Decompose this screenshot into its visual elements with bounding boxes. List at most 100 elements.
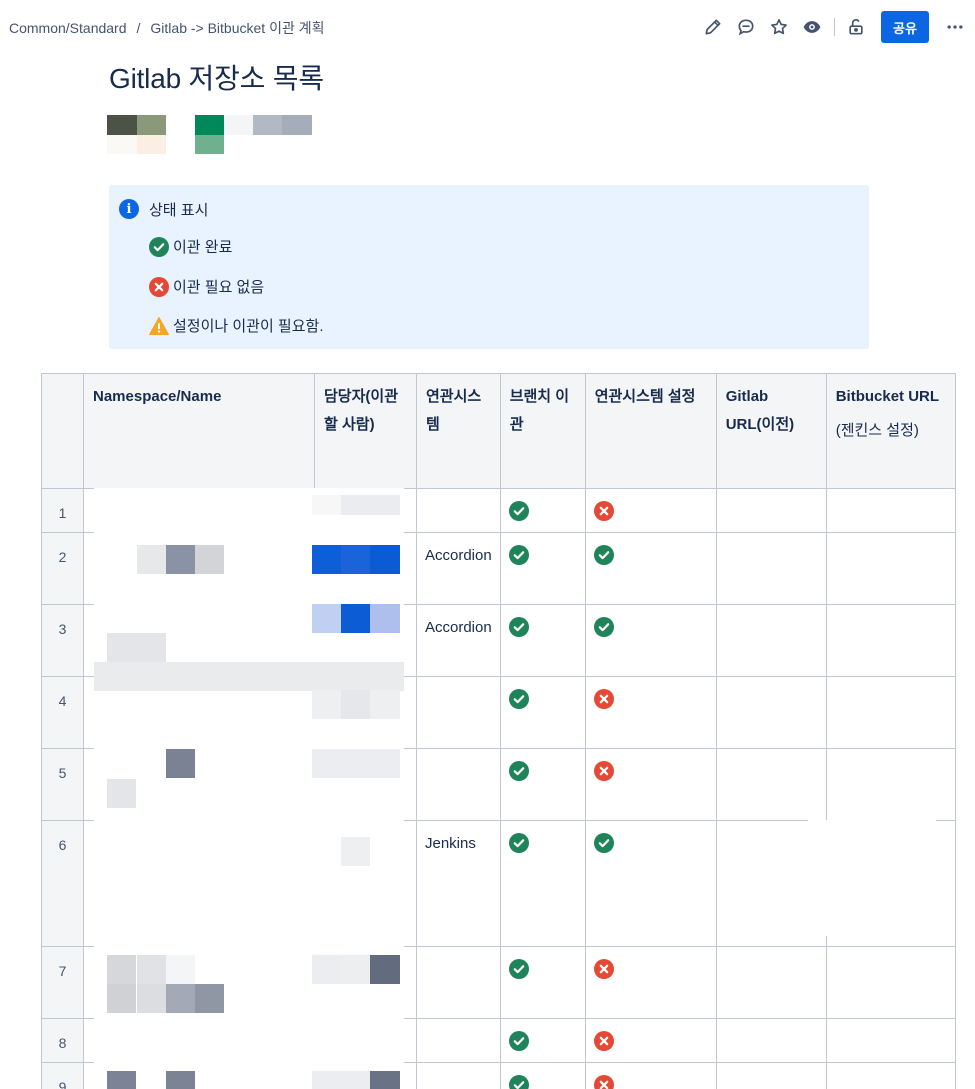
- cell-gitlab-url: [715, 676, 827, 749]
- cell-system: Jenkins: [416, 820, 501, 947]
- redaction-block: [107, 955, 136, 984]
- cell-setting: [584, 604, 717, 677]
- header-branch: 브랜치 이관: [499, 373, 586, 489]
- more-icon[interactable]: [943, 15, 967, 39]
- comment-icon[interactable]: [734, 15, 758, 39]
- redaction-block: [107, 633, 166, 662]
- cross-circle-icon: [593, 1031, 614, 1051]
- cell-system: Accordion: [416, 604, 501, 677]
- row-number: 2: [41, 532, 84, 605]
- restrictions-icon[interactable]: [844, 15, 868, 39]
- toolbar-divider: [834, 18, 835, 36]
- header-name: Namespace/Name: [83, 373, 315, 489]
- check-circle-icon: [508, 689, 529, 709]
- cell-gitlab-url: [715, 748, 827, 821]
- redaction-block: [341, 690, 370, 719]
- cell-setting: [584, 1018, 717, 1063]
- cell-bitbucket-url: [825, 1062, 956, 1089]
- redaction-block: [312, 690, 341, 719]
- cell-branch: [499, 532, 586, 605]
- table-header-row: Namespace/Name 담당자(이관할 사람) 연관시스템 브랜치 이관 …: [41, 373, 956, 489]
- redaction-block: [166, 1071, 195, 1089]
- redaction-block: [370, 690, 400, 719]
- cell-bitbucket-url: [825, 532, 956, 605]
- redaction-block: [94, 662, 404, 691]
- check-circle-icon: [508, 1075, 529, 1089]
- legend-item-needs-work: 설정이나 이관이 필요함.: [149, 315, 324, 336]
- page-title: Gitlab 저장소 목록: [109, 63, 324, 94]
- redaction-block: [341, 955, 370, 984]
- redaction-block: [370, 955, 400, 984]
- cell-setting: [584, 820, 717, 947]
- breadcrumb-parent-link[interactable]: Gitlab -> Bitbucket 이관 계획: [150, 18, 324, 38]
- cell-system: [416, 946, 501, 1019]
- cell-system: Accordion: [416, 532, 501, 605]
- header-owner: 담당자(이관할 사람): [314, 373, 417, 489]
- cross-circle-icon: [593, 501, 614, 521]
- check-circle-icon: [508, 1031, 529, 1051]
- row-number: 5: [41, 748, 84, 821]
- redaction-block: [107, 1071, 136, 1089]
- cell-gitlab-url: [715, 488, 827, 533]
- cell-branch: [499, 748, 586, 821]
- redaction-block: [195, 545, 224, 574]
- redaction-block: [341, 604, 370, 633]
- cell-system: [416, 748, 501, 821]
- redaction-block: [370, 1071, 400, 1089]
- watch-icon[interactable]: [800, 15, 824, 39]
- breadcrumb-separator: /: [136, 20, 141, 36]
- cross-circle-icon: [593, 689, 614, 709]
- redaction-block: [312, 749, 400, 778]
- cell-bitbucket-url: [825, 604, 956, 677]
- cell-branch: [499, 488, 586, 533]
- redaction-block: [312, 955, 341, 984]
- info-panel-title: 상태 표시: [149, 202, 209, 219]
- check-circle-icon: [508, 545, 529, 565]
- check-circle-icon: [593, 833, 614, 853]
- breadcrumb-space-link[interactable]: Common/Standard: [9, 20, 127, 36]
- header-setting: 연관시스템 설정: [584, 373, 717, 489]
- check-circle-icon: [593, 617, 614, 637]
- cell-bitbucket-url: [825, 488, 956, 533]
- cell-bitbucket-url: [825, 748, 956, 821]
- cross-circle-icon: [149, 276, 169, 297]
- row-number: 3: [41, 604, 84, 677]
- redaction-block: [166, 955, 195, 984]
- cell-branch: [499, 1062, 586, 1089]
- redaction-block: [312, 495, 341, 515]
- legend-label: 이관 필요 없음: [173, 279, 265, 296]
- cell-branch: [499, 946, 586, 1019]
- cell-system: [416, 488, 501, 533]
- header-gitlab-url: Gitlab URL(이전): [715, 373, 827, 489]
- cross-circle-icon: [593, 959, 614, 979]
- redaction-block: [137, 984, 166, 1013]
- header-num: [41, 373, 84, 489]
- check-circle-icon: [508, 501, 529, 521]
- page-actions: 공유: [692, 11, 967, 43]
- row-number: 9: [41, 1062, 84, 1089]
- redaction-block: [195, 984, 224, 1013]
- row-number: 4: [41, 676, 84, 749]
- cell-gitlab-url: [715, 946, 827, 1019]
- redaction-block: [166, 545, 195, 574]
- cell-setting: [584, 676, 717, 749]
- edit-icon[interactable]: [701, 15, 725, 39]
- legend-label: 설정이나 이관이 필요함.: [173, 318, 324, 335]
- redaction-block: [341, 545, 370, 574]
- cell-bitbucket-url: [825, 946, 956, 1019]
- cell-system: [416, 676, 501, 749]
- cell-bitbucket-url: [825, 676, 956, 749]
- cell-setting: [584, 532, 717, 605]
- cell-setting: [584, 1062, 717, 1089]
- star-icon[interactable]: [767, 15, 791, 39]
- share-button[interactable]: 공유: [881, 11, 929, 43]
- cell-branch: [499, 1018, 586, 1063]
- row-number: 6: [41, 820, 84, 947]
- check-circle-icon: [508, 761, 529, 781]
- redaction-block: [312, 1071, 371, 1089]
- header-bitbucket-sub: (젠킨스 설정): [835, 422, 919, 439]
- redaction-block: [107, 779, 136, 808]
- cross-circle-icon: [593, 1075, 614, 1089]
- cell-gitlab-url: [715, 1018, 827, 1063]
- cell-system: [416, 1018, 501, 1063]
